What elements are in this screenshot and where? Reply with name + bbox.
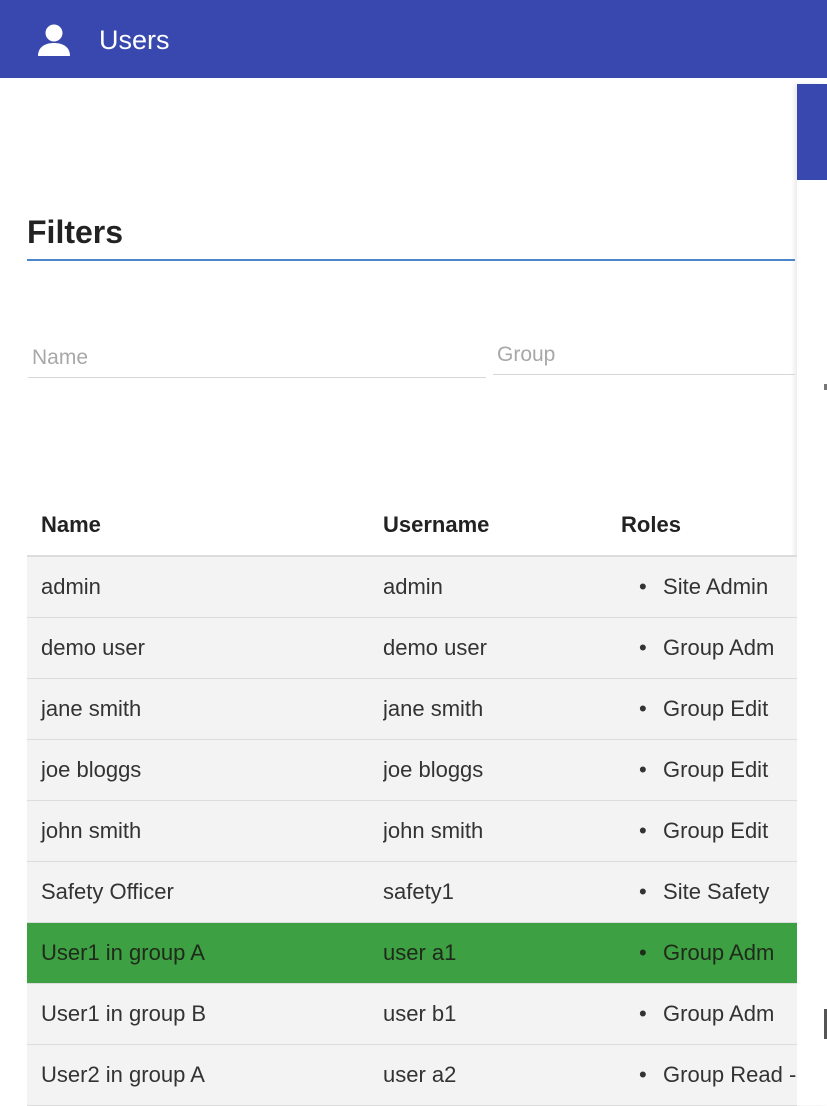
group-filter-field[interactable] xyxy=(493,338,799,375)
table-row-selected[interactable]: User1 in group A user a1 • Group Adm xyxy=(27,922,797,984)
table-row[interactable]: demo user demo user • Group Adm xyxy=(27,617,797,679)
role-item: Group Adm xyxy=(663,1001,775,1026)
bullet-icon: • xyxy=(639,635,647,660)
cell-username: jane smith xyxy=(382,678,622,740)
column-header-name[interactable]: Name xyxy=(27,494,383,557)
cell-username: safety1 xyxy=(382,861,622,923)
cell-roles: • Group Edit xyxy=(621,678,797,740)
cell-name: joe bloggs xyxy=(27,739,383,801)
cell-roles: • Group Adm xyxy=(621,617,797,679)
cell-roles: • Site Safety xyxy=(621,861,797,923)
cell-username: user a1 xyxy=(382,922,622,984)
cell-roles: • Group Adm xyxy=(621,983,797,1045)
cell-username: john smith xyxy=(382,800,622,862)
role-item: Site Admin xyxy=(663,574,769,599)
role-item: Group Adm xyxy=(663,635,775,660)
filters-divider xyxy=(27,259,795,261)
side-panel-header xyxy=(797,84,827,180)
bullet-icon: • xyxy=(639,1062,647,1087)
bullet-icon: • xyxy=(639,1001,647,1026)
role-item: Group Edit xyxy=(663,757,769,782)
table-row[interactable]: john smith john smith • Group Edit xyxy=(27,800,797,862)
cell-username: joe bloggs xyxy=(382,739,622,801)
name-filter-input[interactable] xyxy=(28,341,490,375)
table-row[interactable]: joe bloggs joe bloggs • Group Edit xyxy=(27,739,797,801)
bullet-icon: • xyxy=(639,574,647,599)
cell-name: demo user xyxy=(27,617,383,679)
table-row[interactable]: User2 in group A user a2 • Group Read - xyxy=(27,1044,797,1106)
cell-username: user a2 xyxy=(382,1044,622,1106)
table-row[interactable]: admin admin • Site Admin xyxy=(27,556,797,618)
role-item: Group Edit xyxy=(663,696,769,721)
table-row[interactable]: User1 in group B user b1 • Group Adm xyxy=(27,983,797,1045)
table-row[interactable]: jane smith jane smith • Group Edit xyxy=(27,678,797,740)
side-panel-edge xyxy=(797,84,827,1105)
users-table: Name Username Roles admin admin • Site Ad… xyxy=(27,494,797,1106)
role-item: Group Adm xyxy=(663,940,775,965)
column-header-roles[interactable]: Roles xyxy=(621,494,797,557)
cell-roles: • Group Adm xyxy=(621,922,797,984)
cell-username: user b1 xyxy=(382,983,622,1045)
table-row[interactable]: Safety Officer safety1 • Site Safety xyxy=(27,861,797,923)
cell-name: Safety Officer xyxy=(27,861,383,923)
role-item: Group Edit xyxy=(663,818,769,843)
table-header-row: Name Username Roles xyxy=(27,494,797,557)
bullet-icon: • xyxy=(639,757,647,782)
bullet-icon: • xyxy=(639,696,647,721)
cell-name: User2 in group A xyxy=(27,1044,383,1106)
cell-name: jane smith xyxy=(27,678,383,740)
cell-roles: • Group Read - xyxy=(621,1044,797,1106)
column-header-username[interactable]: Username xyxy=(382,494,622,557)
bullet-icon: • xyxy=(639,940,647,965)
role-item: Group Read - xyxy=(663,1062,797,1087)
cell-name: admin xyxy=(27,556,383,618)
page-title: Users xyxy=(99,25,170,55)
user-icon xyxy=(38,24,70,56)
cell-roles: • Site Admin xyxy=(621,556,797,618)
cell-name: User1 in group B xyxy=(27,983,383,1045)
group-filter-input[interactable] xyxy=(493,338,799,372)
role-item: Site Safety xyxy=(663,879,770,904)
cell-username: admin xyxy=(382,556,622,618)
bullet-icon: • xyxy=(639,879,647,904)
cell-roles: • Group Edit xyxy=(621,739,797,801)
cell-name: john smith xyxy=(27,800,383,862)
bullet-icon: • xyxy=(639,818,647,843)
filters-heading: Filters xyxy=(27,214,124,250)
cell-roles: • Group Edit xyxy=(621,800,797,862)
cell-username: demo user xyxy=(382,617,622,679)
cell-name: User1 in group A xyxy=(27,922,383,984)
name-filter-field[interactable] xyxy=(28,341,490,378)
app-header: Users xyxy=(0,0,827,78)
